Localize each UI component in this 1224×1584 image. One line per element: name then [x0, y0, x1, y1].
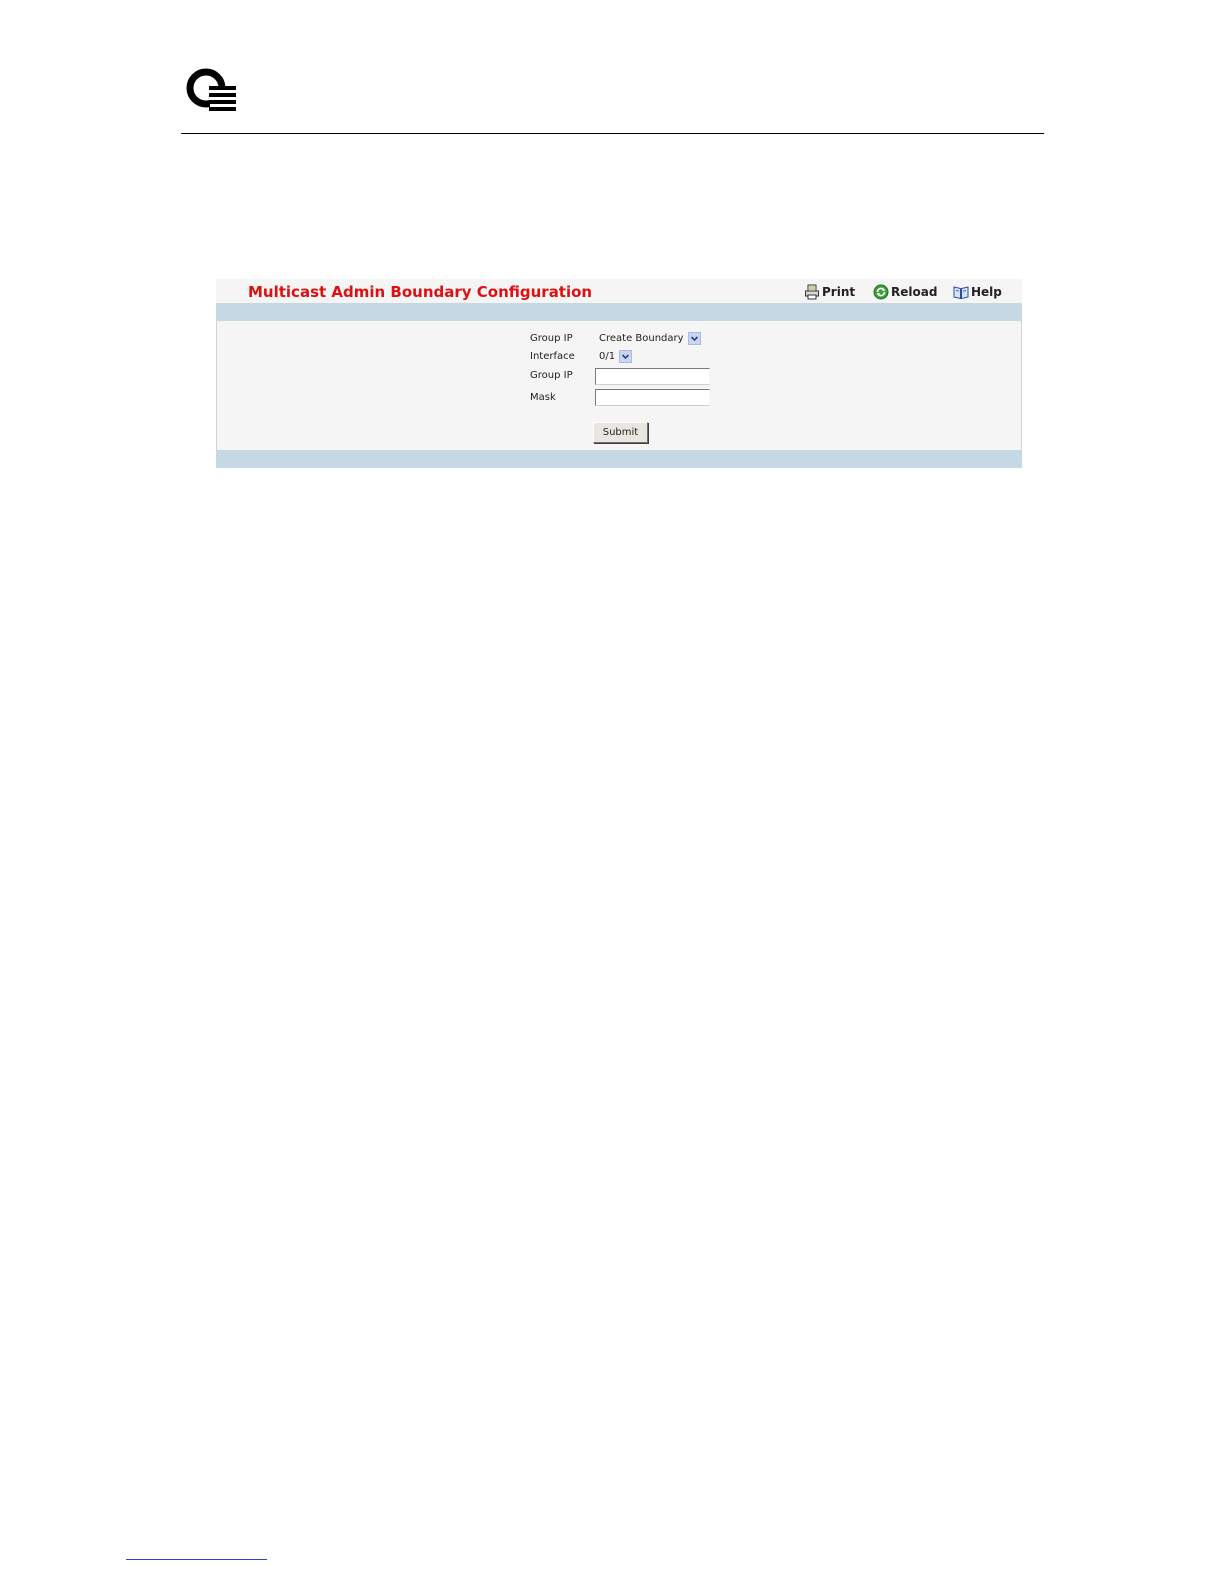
- interface-select-label: Interface: [530, 351, 575, 362]
- group-ip-input[interactable]: [595, 368, 710, 385]
- print-button[interactable]: Print: [804, 284, 855, 300]
- printer-icon: [804, 284, 820, 300]
- reload-button[interactable]: Reload: [873, 284, 937, 300]
- header-band: [216, 303, 1022, 321]
- page-title: Multicast Admin Boundary Configuration: [248, 283, 593, 301]
- chevron-down-icon[interactable]: [619, 350, 633, 363]
- print-label: Print: [822, 285, 856, 299]
- help-button[interactable]: Help: [953, 284, 1002, 300]
- footer-link-underline[interactable]: [126, 1559, 267, 1560]
- footer-band: [216, 450, 1022, 468]
- config-panel: Multicast Admin Boundary Configuration P…: [216, 279, 1022, 468]
- company-logo-icon: [186, 66, 238, 114]
- chevron-down-icon[interactable]: [687, 332, 701, 345]
- book-icon: [953, 284, 969, 300]
- group-ip-label: Group IP: [530, 370, 573, 381]
- help-label: Help: [971, 285, 1002, 299]
- header-divider: [181, 133, 1044, 134]
- interface-select[interactable]: 0/1: [595, 349, 633, 364]
- mask-label: Mask: [530, 392, 556, 403]
- reload-icon: [873, 284, 889, 300]
- interface-select-value: 0/1: [599, 351, 616, 362]
- mask-input[interactable]: [595, 389, 710, 406]
- boundary-select[interactable]: Create Boundary: [595, 331, 701, 346]
- reload-label: Reload: [891, 285, 938, 299]
- boundary-select-label: Group IP: [530, 333, 573, 344]
- submit-button[interactable]: Submit: [593, 422, 648, 443]
- boundary-select-value: Create Boundary: [599, 333, 684, 344]
